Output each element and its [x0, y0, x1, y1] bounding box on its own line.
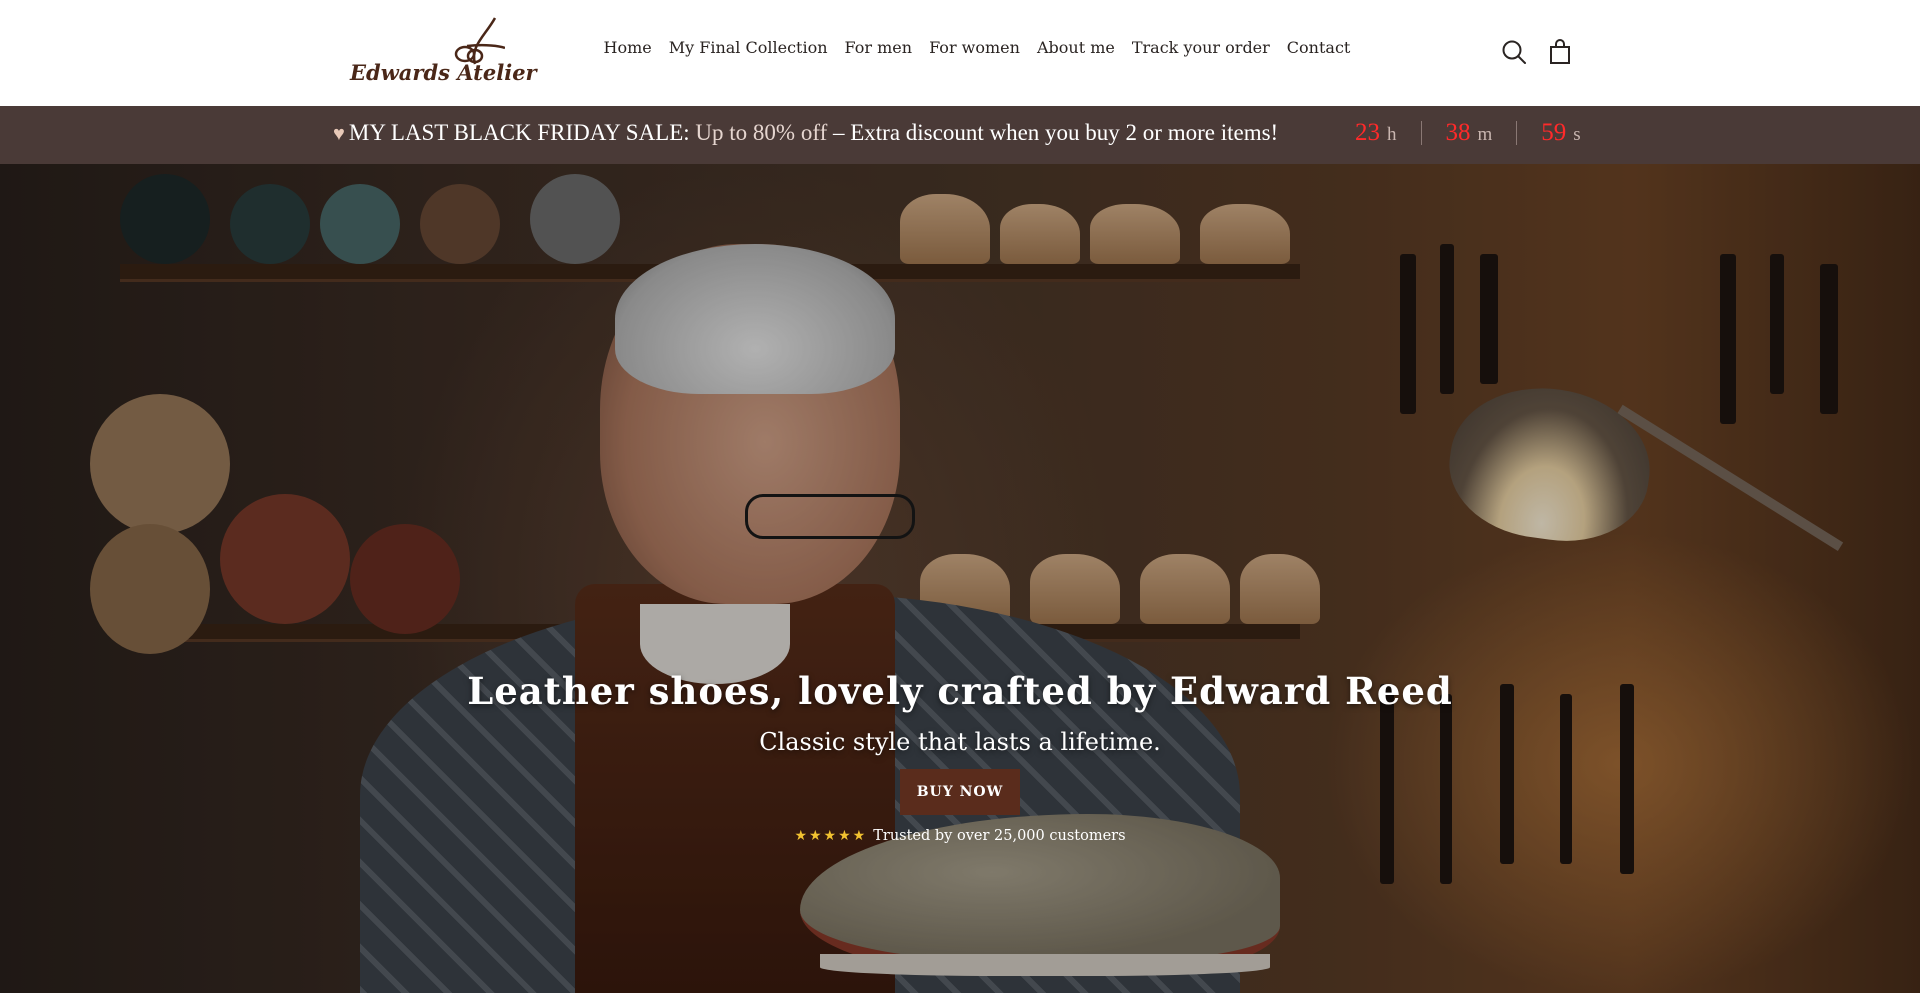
hero-banner: Leather shoes, lovely crafted by Edward …: [0, 164, 1920, 993]
countdown-divider: [1420, 121, 1422, 145]
countdown-seconds-value: 59: [1541, 119, 1567, 146]
nav-item-contact[interactable]: Contact: [1278, 38, 1359, 57]
cart-icon: [1550, 39, 1570, 64]
search-icon: [1502, 40, 1526, 64]
sale-highlight: Up to 80% off: [695, 120, 828, 145]
nav-item-final-collection[interactable]: My Final Collection: [660, 38, 836, 57]
countdown-hours-unit: h: [1387, 124, 1397, 145]
announcement-text: ♥ MY LAST BLACK FRIDAY SALE: Up to 80% of…: [333, 120, 1278, 146]
countdown-divider: [1516, 121, 1518, 145]
countdown-seconds: 59 s: [1541, 119, 1580, 147]
sale-lead: MY LAST BLACK FRIDAY SALE:: [348, 120, 690, 145]
nav-item-home[interactable]: Home: [595, 38, 660, 57]
hero-title: Leather shoes, lovely crafted by Edward …: [467, 669, 1453, 713]
main-nav: Home My Final Collection For men For wom…: [595, 38, 1359, 57]
heart-icon: ♥: [333, 123, 345, 145]
countdown-minutes-value: 38: [1445, 119, 1471, 146]
trust-text: Trusted by over 25,000 customers: [873, 828, 1126, 844]
announcement-bar: ♥ MY LAST BLACK FRIDAY SALE: Up to 80% of…: [0, 106, 1920, 164]
brand-logo[interactable]: Edwards Atelier: [350, 16, 537, 90]
nav-item-track-order[interactable]: Track your order: [1123, 38, 1278, 57]
rating-stars: ★★★★★: [794, 828, 868, 844]
nav-item-for-women[interactable]: For women: [921, 38, 1029, 57]
cart-button[interactable]: [1546, 38, 1574, 66]
search-button[interactable]: [1500, 38, 1528, 66]
hero-content: Leather shoes, lovely crafted by Edward …: [0, 164, 1920, 993]
countdown-minutes: 38 m: [1446, 119, 1493, 147]
hero-subtitle: Classic style that lasts a lifetime.: [759, 728, 1161, 756]
logo-text: Edwards Atelier: [350, 60, 537, 85]
countdown-timer: 23 h 38 m 59 s: [1355, 119, 1581, 147]
sale-rest: – Extra discount when you buy 2 or more …: [832, 120, 1279, 145]
countdown-hours: 23 h: [1355, 119, 1397, 147]
trust-badge: ★★★★★ Trusted by over 25,000 customers: [0, 828, 1920, 844]
nav-item-about-me[interactable]: About me: [1028, 38, 1123, 57]
countdown-hours-value: 23: [1355, 119, 1380, 146]
countdown-minutes-unit: m: [1477, 124, 1493, 145]
countdown-seconds-unit: s: [1573, 124, 1581, 145]
buy-now-button[interactable]: BUY NOW: [900, 769, 1020, 815]
scissors-logo-icon: [454, 17, 505, 65]
nav-item-for-men[interactable]: For men: [836, 38, 921, 57]
site-header: Edwards Atelier Home My Final Collection…: [0, 0, 1920, 106]
